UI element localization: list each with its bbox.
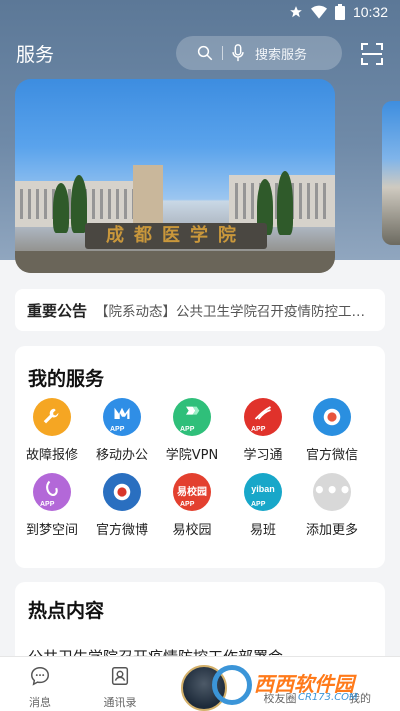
service-label: 到梦空间 — [25, 523, 78, 538]
service-label: 官方微博 — [95, 523, 148, 538]
message-icon — [31, 667, 49, 686]
search-icon — [197, 45, 213, 61]
service-label: 学院VPN — [165, 448, 219, 463]
app-tag: APP — [180, 426, 195, 433]
wifi-icon — [310, 5, 327, 19]
next-banner-peek[interactable] — [382, 101, 400, 245]
services-title: 我的服务 — [28, 368, 105, 390]
contacts-icon — [111, 667, 129, 685]
service-more[interactable]: ••• 添加更多 — [297, 473, 367, 538]
notice-text[interactable]: 【院系动态】公共卫生学院召开疫情防控工作部署会 — [95, 300, 375, 320]
tab-messages[interactable]: 消息 — [5, 665, 75, 710]
search-placeholder: 搜索服务 — [255, 47, 308, 63]
tab-contacts[interactable]: 通讯录 — [85, 665, 155, 710]
microphone-icon[interactable] — [231, 44, 245, 62]
building — [133, 165, 163, 225]
service-yiban[interactable]: yiban APP 易班 — [228, 473, 298, 538]
app-header: 服务 搜索服务 — [0, 36, 400, 70]
service-label: 学习通 — [243, 448, 283, 463]
my-services-card: 我的服务 故障报修 APP 移动办公 APP 学院VPN APP 学习通 官方微信 APP 到梦空… — [15, 346, 385, 568]
service-vpn[interactable]: APP 学院VPN — [157, 398, 227, 463]
app-tag: APP — [251, 426, 266, 433]
tab-label: 通讯录 — [103, 696, 137, 709]
app-tag: APP — [180, 501, 195, 508]
service-wechat[interactable]: 官方微信 — [297, 398, 367, 463]
service-label: 易校园 — [172, 523, 212, 538]
service-mobile-office[interactable]: APP 移动办公 — [87, 398, 157, 463]
status-bar: 10:32 — [0, 0, 400, 26]
app-tag: APP — [110, 426, 125, 433]
service-wrench[interactable]: 故障报修 — [17, 398, 87, 463]
scan-icon[interactable] — [360, 42, 384, 66]
service-label: 易班 — [249, 523, 276, 538]
search-input[interactable]: 搜索服务 — [176, 36, 342, 70]
wrench-icon — [33, 398, 71, 436]
notice-bar[interactable]: 重要公告 【院系动态】公共卫生学院召开疫情防控工作部署会 — [15, 289, 385, 331]
wechat-icon — [313, 398, 351, 436]
search-divider — [222, 46, 223, 60]
service-label: 故障报修 — [25, 448, 78, 463]
service-weibo[interactable]: 官方微博 — [87, 473, 157, 538]
service-yixiaoyuan[interactable]: 易校园 APP 易校园 — [157, 473, 227, 538]
service-label: 移动办公 — [95, 448, 148, 463]
dream-space-icon: APP — [33, 473, 71, 511]
tree — [277, 171, 293, 235]
weibo-icon — [103, 473, 141, 511]
tab-label: 消息 — [29, 696, 51, 709]
xuexitong-icon: APP — [244, 398, 282, 436]
watermark-url: CR173.COM — [298, 692, 358, 703]
vpn-icon: APP — [173, 398, 211, 436]
star-icon — [290, 6, 302, 18]
watermark-logo-icon — [212, 665, 252, 705]
more-icon: ••• — [313, 473, 351, 511]
yixiaoyuan-icon: 易校园 APP — [173, 473, 211, 511]
campus-banner[interactable]: 成都医学院 — [15, 79, 335, 273]
status-time: 10:32 — [352, 4, 388, 20]
watermark: 西西软件园 CR173.COM — [212, 665, 390, 705]
service-label: 添加更多 — [305, 523, 358, 538]
service-dream-space[interactable]: APP 到梦空间 — [17, 473, 87, 538]
hot-title: 热点内容 — [28, 600, 105, 622]
app-tag: APP — [251, 501, 266, 508]
service-label: 官方微信 — [305, 448, 358, 463]
tree — [53, 183, 69, 233]
battery-icon — [334, 4, 345, 20]
ground — [15, 251, 335, 273]
service-xuexitong[interactable]: APP 学习通 — [228, 398, 298, 463]
notice-label: 重要公告 — [27, 301, 88, 320]
campus-sign: 成都医学院 — [85, 223, 267, 249]
app-tag: APP — [40, 501, 55, 508]
yiban-icon: yiban APP — [244, 473, 282, 511]
page-title: 服务 — [16, 44, 55, 66]
mobile-office-icon: APP — [103, 398, 141, 436]
